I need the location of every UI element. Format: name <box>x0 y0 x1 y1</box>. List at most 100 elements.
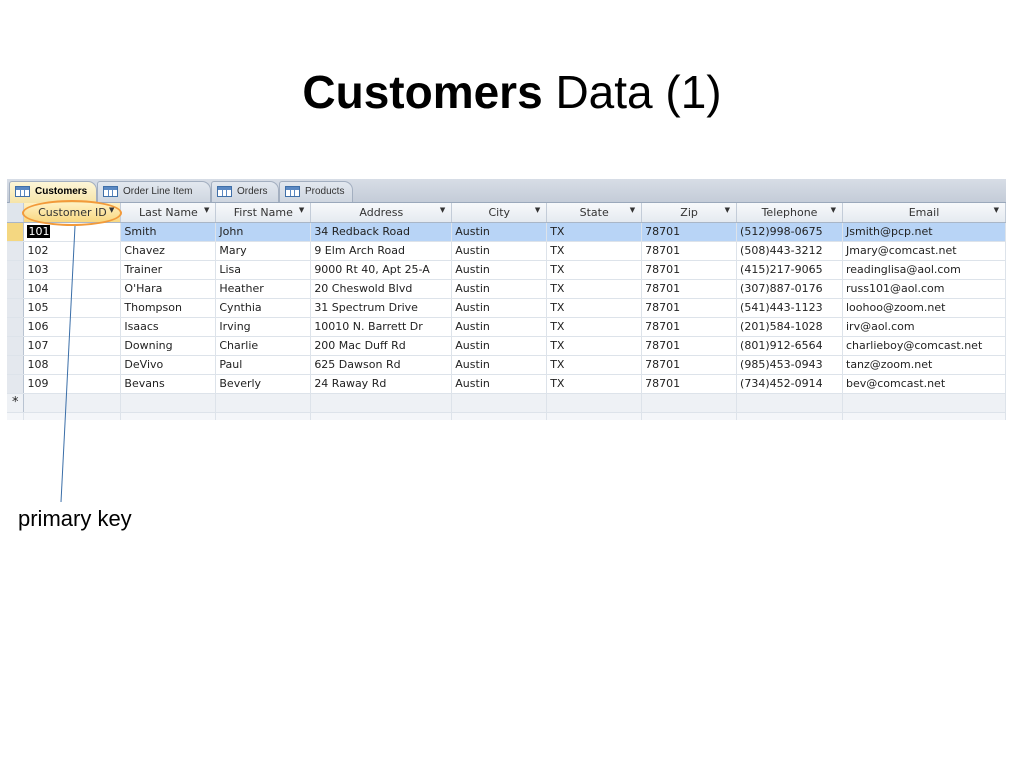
cell-zip[interactable]: 78701 <box>641 298 738 318</box>
cell-telephone[interactable]: (201)584-1028 <box>736 317 843 337</box>
row-selector[interactable] <box>7 279 25 299</box>
dropdown-arrow-icon[interactable]: ▼ <box>204 206 209 214</box>
cell-last-name[interactable]: Isaacs <box>120 317 217 337</box>
cell-last-name[interactable]: O'Hara <box>120 279 217 299</box>
table-row[interactable]: 104 O'Hara Heather 20 Cheswold Blvd Aust… <box>7 279 1006 299</box>
column-header-zip[interactable]: Zip ▼ <box>641 203 738 223</box>
cell-city[interactable]: Austin <box>451 374 548 394</box>
cell-telephone[interactable]: (415)217-9065 <box>736 260 843 280</box>
new-record-marker[interactable]: * <box>7 393 25 413</box>
table-row[interactable]: 103 Trainer Lisa 9000 Rt 40, Apt 25-A Au… <box>7 260 1006 280</box>
cell-first-name[interactable]: Beverly <box>215 374 312 394</box>
table-row[interactable]: 102 Chavez Mary 9 Elm Arch Road Austin T… <box>7 241 1006 261</box>
table-row[interactable]: 106 Isaacs Irving 10010 N. Barrett Dr Au… <box>7 317 1006 337</box>
tab-orders[interactable]: Orders <box>211 181 279 202</box>
new-cell[interactable] <box>215 393 312 413</box>
cell-telephone[interactable]: (512)998-0675 <box>736 222 843 242</box>
cell-customer-id[interactable]: 102 <box>23 241 122 261</box>
cell-telephone[interactable]: (985)453-0943 <box>736 355 843 375</box>
cell-email[interactable]: readinglisa@aol.com <box>842 260 1006 280</box>
row-selector[interactable] <box>7 241 25 261</box>
column-header-telephone[interactable]: Telephone ▼ <box>736 203 843 223</box>
cell-city[interactable]: Austin <box>451 336 548 356</box>
cell-first-name[interactable]: Cynthia <box>215 298 312 318</box>
cell-first-name[interactable]: Mary <box>215 241 312 261</box>
cell-customer-id[interactable]: 104 <box>23 279 122 299</box>
row-selector[interactable] <box>7 298 25 318</box>
new-cell[interactable] <box>451 393 548 413</box>
cell-customer-id[interactable]: 107 <box>23 336 122 356</box>
table-row[interactable]: 101 Smith John 34 Redback Road Austin TX… <box>7 222 1006 242</box>
cell-state[interactable]: TX <box>546 355 643 375</box>
tab-products[interactable]: Products <box>279 181 353 202</box>
cell-email[interactable]: loohoo@zoom.net <box>842 298 1006 318</box>
cell-address[interactable]: 9000 Rt 40, Apt 25-A <box>310 260 453 280</box>
cell-first-name[interactable]: Charlie <box>215 336 312 356</box>
cell-city[interactable]: Austin <box>451 222 548 242</box>
table-row[interactable]: 109 Bevans Beverly 24 Raway Rd Austin TX… <box>7 374 1006 394</box>
cell-state[interactable]: TX <box>546 260 643 280</box>
cell-city[interactable]: Austin <box>451 298 548 318</box>
cell-last-name[interactable]: Thompson <box>120 298 217 318</box>
cell-city[interactable]: Austin <box>451 241 548 261</box>
column-header-last-name[interactable]: Last Name ▼ <box>120 203 217 223</box>
cell-address[interactable]: 34 Redback Road <box>310 222 453 242</box>
cell-state[interactable]: TX <box>546 317 643 337</box>
cell-state[interactable]: TX <box>546 241 643 261</box>
cell-last-name[interactable]: Bevans <box>120 374 217 394</box>
cell-email[interactable]: Jsmith@pcp.net <box>842 222 1006 242</box>
new-cell[interactable] <box>310 393 453 413</box>
cell-last-name[interactable]: DeVivo <box>120 355 217 375</box>
cell-telephone[interactable]: (734)452-0914 <box>736 374 843 394</box>
table-row[interactable]: 105 Thompson Cynthia 31 Spectrum Drive A… <box>7 298 1006 318</box>
cell-address[interactable]: 10010 N. Barrett Dr <box>310 317 453 337</box>
cell-first-name[interactable]: Irving <box>215 317 312 337</box>
row-selector[interactable] <box>7 336 25 356</box>
new-cell[interactable] <box>641 393 738 413</box>
cell-address[interactable]: 9 Elm Arch Road <box>310 241 453 261</box>
dropdown-arrow-icon[interactable]: ▼ <box>630 206 635 214</box>
cell-zip[interactable]: 78701 <box>641 355 738 375</box>
cell-city[interactable]: Austin <box>451 355 548 375</box>
cell-state[interactable]: TX <box>546 336 643 356</box>
cell-address[interactable]: 625 Dawson Rd <box>310 355 453 375</box>
cell-zip[interactable]: 78701 <box>641 336 738 356</box>
row-selector[interactable] <box>7 374 25 394</box>
cell-telephone[interactable]: (508)443-3212 <box>736 241 843 261</box>
row-selector[interactable] <box>7 260 25 280</box>
cell-email[interactable]: tanz@zoom.net <box>842 355 1006 375</box>
cell-customer-id[interactable]: 105 <box>23 298 122 318</box>
new-cell[interactable] <box>120 393 217 413</box>
cell-address[interactable]: 20 Cheswold Blvd <box>310 279 453 299</box>
cell-telephone[interactable]: (801)912-6564 <box>736 336 843 356</box>
cell-email[interactable]: bev@comcast.net <box>842 374 1006 394</box>
cell-first-name[interactable]: John <box>215 222 312 242</box>
cell-last-name[interactable]: Smith <box>120 222 217 242</box>
cell-last-name[interactable]: Chavez <box>120 241 217 261</box>
column-header-email[interactable]: Email ▼ <box>842 203 1006 223</box>
cell-zip[interactable]: 78701 <box>641 279 738 299</box>
row-selector[interactable] <box>7 317 25 337</box>
row-selector[interactable] <box>7 355 25 375</box>
cell-zip[interactable]: 78701 <box>641 374 738 394</box>
new-cell[interactable] <box>23 393 122 413</box>
dropdown-arrow-icon[interactable]: ▼ <box>725 206 730 214</box>
cell-last-name[interactable]: Trainer <box>120 260 217 280</box>
cell-email[interactable]: russ101@aol.com <box>842 279 1006 299</box>
cell-email[interactable]: charlieboy@comcast.net <box>842 336 1006 356</box>
cell-state[interactable]: TX <box>546 222 643 242</box>
cell-address[interactable]: 200 Mac Duff Rd <box>310 336 453 356</box>
cell-zip[interactable]: 78701 <box>641 241 738 261</box>
new-record-row[interactable]: * <box>7 393 1006 413</box>
cell-zip[interactable]: 78701 <box>641 317 738 337</box>
dropdown-arrow-icon[interactable]: ▼ <box>994 206 999 214</box>
cell-last-name[interactable]: Downing <box>120 336 217 356</box>
cell-first-name[interactable]: Lisa <box>215 260 312 280</box>
cell-address[interactable]: 31 Spectrum Drive <box>310 298 453 318</box>
cell-customer-id[interactable]: 108 <box>23 355 122 375</box>
cell-state[interactable]: TX <box>546 279 643 299</box>
cell-address[interactable]: 24 Raway Rd <box>310 374 453 394</box>
dropdown-arrow-icon[interactable]: ▼ <box>299 206 304 214</box>
cell-email[interactable]: irv@aol.com <box>842 317 1006 337</box>
column-header-address[interactable]: Address ▼ <box>310 203 453 223</box>
